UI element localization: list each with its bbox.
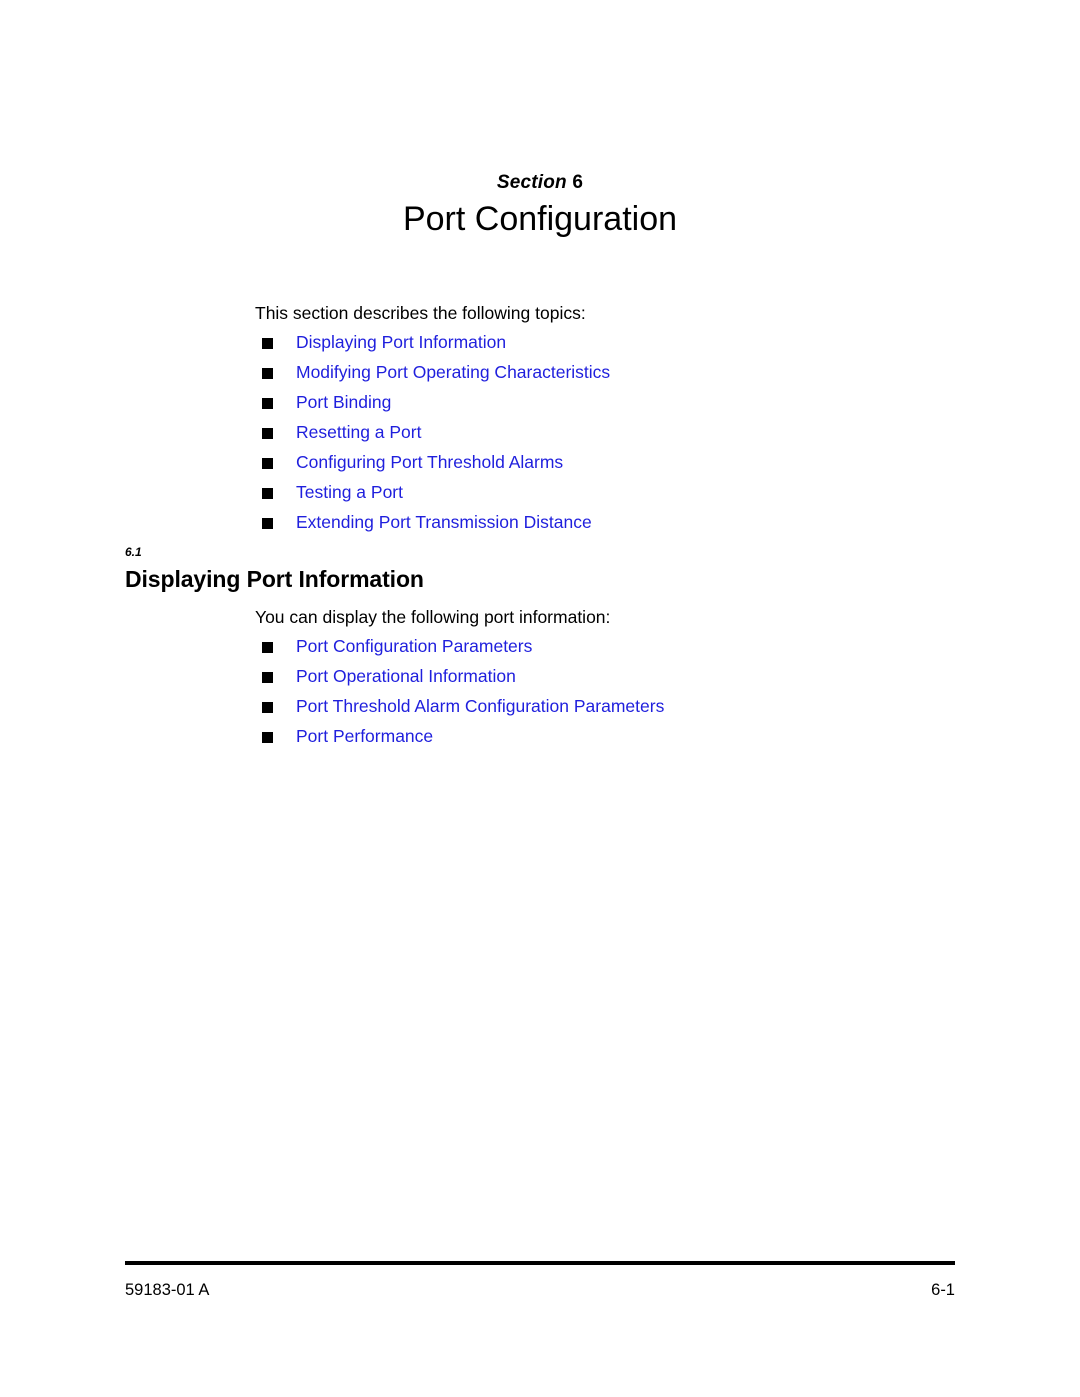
- list-item: Displaying Port Information: [0, 330, 1080, 360]
- port-info-bullet-list: Port Configuration Parameters Port Opera…: [0, 634, 1080, 754]
- topics-bullet-list: Displaying Port Information Modifying Po…: [0, 330, 1080, 540]
- topic-link[interactable]: Modifying Port Operating Characteristics: [296, 360, 610, 384]
- section-label-word: Section: [496, 172, 567, 193]
- port-info-link[interactable]: Port Threshold Alarm Configuration Param…: [296, 694, 664, 718]
- list-item: Extending Port Transmission Distance: [0, 510, 1080, 540]
- list-item: Testing a Port: [0, 480, 1080, 510]
- subsection-number: 6.1: [125, 545, 142, 559]
- bullet-square-icon: [262, 732, 273, 743]
- topic-link[interactable]: Displaying Port Information: [296, 330, 506, 354]
- bullet-square-icon: [262, 428, 273, 439]
- document-page: Section 6 Port Configuration This sectio…: [0, 0, 1080, 1397]
- port-info-link[interactable]: Port Configuration Parameters: [296, 634, 532, 658]
- topic-link[interactable]: Extending Port Transmission Distance: [296, 510, 592, 534]
- topic-link[interactable]: Configuring Port Threshold Alarms: [296, 450, 563, 474]
- topic-link[interactable]: Port Binding: [296, 390, 391, 414]
- footer-divider: [125, 1261, 955, 1265]
- section-title: Port Configuration: [402, 200, 678, 238]
- bullet-square-icon: [262, 518, 273, 529]
- bullet-square-icon: [262, 458, 273, 469]
- list-item: Port Performance: [0, 724, 1080, 754]
- intro-paragraph-port-info: You can display the following port infor…: [255, 607, 611, 627]
- footer-page-number: 6-1: [931, 1281, 955, 1299]
- intro-paragraph-topics: This section describes the following top…: [255, 303, 586, 323]
- bullet-square-icon: [262, 398, 273, 409]
- list-item: Port Binding: [0, 390, 1080, 420]
- list-item: Port Threshold Alarm Configuration Param…: [0, 694, 1080, 724]
- list-item: Port Configuration Parameters: [0, 634, 1080, 664]
- port-info-link[interactable]: Port Performance: [296, 724, 433, 748]
- bullet-square-icon: [262, 488, 273, 499]
- topic-link[interactable]: Resetting a Port: [296, 420, 421, 444]
- section-label: Section 6: [0, 172, 1080, 194]
- bullet-square-icon: [262, 338, 273, 349]
- list-item: Resetting a Port: [0, 420, 1080, 450]
- port-info-link[interactable]: Port Operational Information: [296, 664, 516, 688]
- topic-link[interactable]: Testing a Port: [296, 480, 403, 504]
- list-item: Configuring Port Threshold Alarms: [0, 450, 1080, 480]
- list-item: Port Operational Information: [0, 664, 1080, 694]
- section-label-number: 6: [572, 172, 584, 193]
- bullet-square-icon: [262, 702, 273, 713]
- bullet-square-icon: [262, 368, 273, 379]
- bullet-square-icon: [262, 642, 273, 653]
- subsection-title: Displaying Port Information: [125, 566, 424, 592]
- list-item: Modifying Port Operating Characteristics: [0, 360, 1080, 390]
- bullet-square-icon: [262, 672, 273, 683]
